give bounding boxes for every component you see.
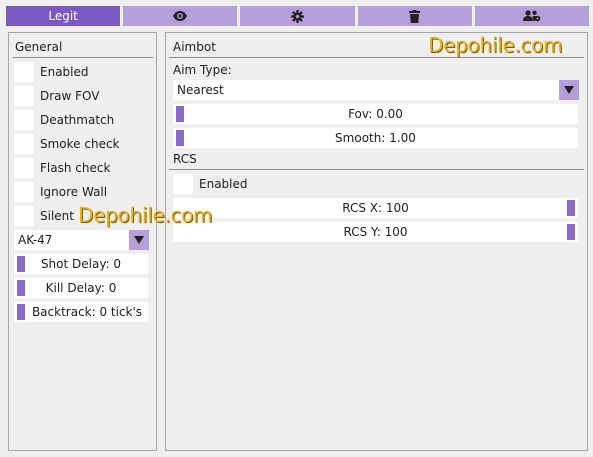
general-divider — [12, 57, 153, 58]
rcs-divider — [169, 169, 584, 170]
draw-fov-label: Draw FOV — [40, 89, 100, 103]
backtrack-label: Backtrack: 0 tick's — [31, 305, 143, 319]
rcs-enabled-label: Enabled — [199, 177, 248, 191]
checkbox-row-enabled[interactable]: Enabled — [14, 62, 89, 82]
trash-icon — [409, 9, 421, 23]
tab-trash[interactable] — [357, 6, 472, 26]
backtrack-slider-fill — [17, 304, 25, 320]
rcs-y-slider[interactable]: RCS Y: 100 — [173, 222, 578, 242]
smoke-check-checkbox[interactable] — [14, 134, 34, 154]
eye-icon — [172, 10, 188, 22]
chevron-down-icon[interactable] — [559, 80, 579, 100]
rcs-y-label: RCS Y: 100 — [343, 225, 408, 239]
aimbot-panel: Aimbot Aim Type: Nearest Fov: 0.00 Smoot… — [165, 32, 588, 451]
deathmatch-checkbox[interactable] — [14, 110, 34, 130]
rcs-enabled-checkbox[interactable] — [173, 174, 193, 194]
checkbox-row-smoke-check[interactable]: Smoke check — [14, 134, 120, 154]
aim-type-label: Aim Type: — [173, 63, 232, 77]
checkbox-row-silent[interactable]: Silent — [14, 206, 74, 226]
checkbox-row-rcs-enabled[interactable]: Enabled — [173, 174, 248, 194]
kill-delay-label: Kill Delay: 0 — [45, 281, 117, 295]
tab-legit-label: Legit — [48, 9, 78, 23]
general-title: General — [15, 40, 63, 54]
rcs-x-label: RCS X: 100 — [342, 201, 409, 215]
aimbot-title: Aimbot — [173, 40, 216, 54]
watermark-top: Depohile.com — [428, 33, 563, 57]
shot-delay-label: Shot Delay: 0 — [40, 257, 122, 271]
silent-checkbox[interactable] — [14, 206, 34, 226]
general-panel: General Enabled Draw FOV Deathmatch Smok… — [8, 32, 157, 451]
tab-legit[interactable]: Legit — [6, 6, 121, 26]
ignore-wall-checkbox[interactable] — [14, 182, 34, 202]
fov-slider[interactable]: Fov: 0.00 — [173, 104, 578, 124]
tab-visuals[interactable] — [123, 6, 238, 26]
draw-fov-checkbox[interactable] — [14, 86, 34, 106]
users-gear-icon — [522, 10, 541, 22]
rcs-title: RCS — [173, 152, 197, 166]
silent-label: Silent — [40, 209, 74, 223]
weapon-select-value: AK-47 — [18, 233, 53, 247]
checkbox-row-draw-fov[interactable]: Draw FOV — [14, 86, 100, 106]
shot-delay-slider[interactable]: Shot Delay: 0 — [14, 254, 148, 274]
checkbox-row-flash-check[interactable]: Flash check — [14, 158, 110, 178]
aim-type-value: Nearest — [177, 83, 224, 97]
aim-type-select[interactable]: Nearest — [173, 80, 579, 100]
aimbot-divider — [169, 57, 584, 58]
smoke-check-label: Smoke check — [40, 137, 120, 151]
smooth-slider[interactable]: Smooth: 1.00 — [173, 128, 578, 148]
tab-bar: Legit — [6, 6, 590, 26]
weapon-select[interactable]: AK-47 — [14, 230, 149, 250]
deathmatch-label: Deathmatch — [40, 113, 115, 127]
smooth-label: Smooth: 1.00 — [335, 131, 416, 145]
gear-icon — [291, 9, 304, 23]
flash-check-checkbox[interactable] — [14, 158, 34, 178]
enabled-checkbox[interactable] — [14, 62, 34, 82]
watermark-middle: Depohile.com — [78, 203, 213, 227]
ignore-wall-label: Ignore Wall — [40, 185, 108, 199]
flash-check-label: Flash check — [40, 161, 111, 175]
tab-settings[interactable] — [240, 6, 355, 26]
checkbox-row-deathmatch[interactable]: Deathmatch — [14, 110, 114, 130]
kill-delay-slider[interactable]: Kill Delay: 0 — [14, 278, 148, 298]
checkbox-row-ignore-wall[interactable]: Ignore Wall — [14, 182, 107, 202]
backtrack-slider[interactable]: Backtrack: 0 tick's — [14, 302, 148, 322]
fov-label: Fov: 0.00 — [348, 107, 403, 121]
chevron-down-icon[interactable] — [129, 230, 149, 250]
tab-players[interactable] — [474, 6, 590, 26]
rcs-x-slider[interactable]: RCS X: 100 — [173, 198, 578, 218]
enabled-label: Enabled — [40, 65, 89, 79]
